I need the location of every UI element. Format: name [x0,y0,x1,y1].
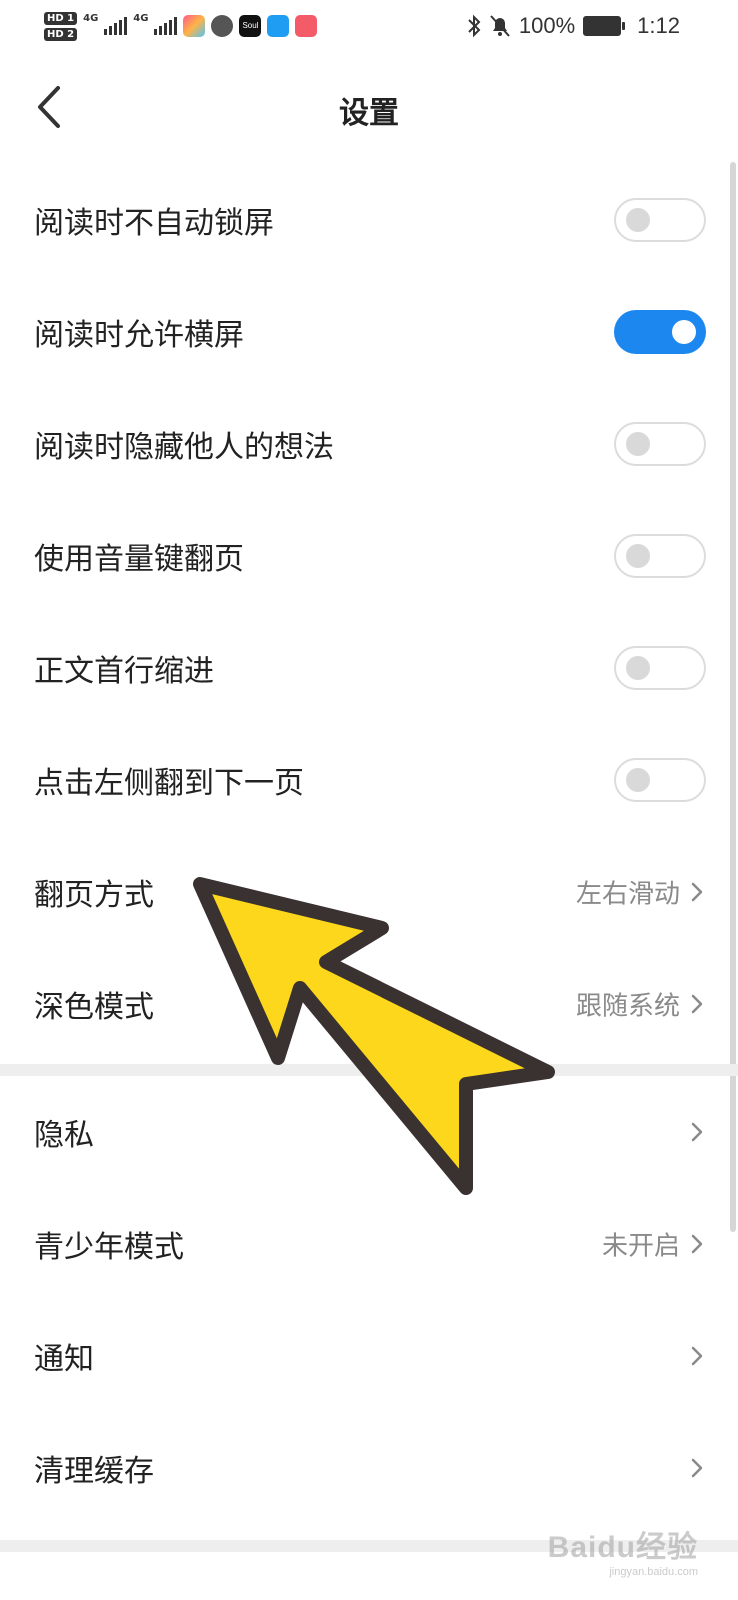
setting-value: 左右滑动 [575,879,680,910]
signal-icon [154,17,178,35]
app-notification-icon [183,15,206,37]
network-type-1: 4G [83,12,99,24]
setting-row-tap-left-next-page[interactable]: 点击左侧翻到下一页 [0,724,738,836]
setting-row-volume-key-page[interactable]: 使用音量键翻页 [0,500,738,612]
clock: 1:12 [637,13,680,38]
status-bar: HD 1 HD 2 4G 4G Soul 100% 1:12 [0,0,738,52]
watermark-text: Baidu经验 [547,1531,698,1564]
setting-label: 通知 [34,1342,94,1377]
bluetooth-icon [468,14,481,38]
chevron-right-icon [691,1346,703,1366]
toggle-switch[interactable] [614,198,706,242]
setting-row-no-auto-lock[interactable]: 阅读时不自动锁屏 [0,164,738,276]
setting-label: 阅读时不自动锁屏 [34,206,274,241]
watermark: Baidu经验 jingyan.baidu.com [548,1522,698,1578]
toggle-switch[interactable] [614,422,706,466]
mute-bell-icon [490,15,510,37]
toggle-switch[interactable] [614,758,706,802]
network-type-2: 4G [133,12,149,24]
chevron-right-icon [691,1458,703,1478]
setting-label: 清理缓存 [34,1454,154,1489]
watermark-subtext: jingyan.baidu.com [609,1566,698,1578]
setting-row-first-line-indent[interactable]: 正文首行缩进 [0,612,738,724]
setting-row-allow-landscape[interactable]: 阅读时允许横屏 [0,276,738,388]
toggle-knob [626,768,650,792]
setting-row-clear-cache[interactable]: 清理缓存 [0,1412,738,1524]
toggle-switch[interactable] [614,310,706,354]
chevron-right-icon [691,1234,703,1254]
sim2-badge: HD 2 [44,27,78,41]
setting-label: 使用音量键翻页 [34,542,244,577]
setting-label: 阅读时允许横屏 [34,318,244,353]
soul-app-icon: Soul [239,15,262,37]
setting-value: 未开启 [601,1231,680,1262]
sim-badges: HD 1 HD 2 [44,11,78,41]
page-title: 设置 [339,96,399,131]
toggle-knob [672,320,696,344]
setting-label: 青少年模式 [34,1230,184,1265]
battery-percent: 100% [518,13,576,38]
globe-icon [211,15,234,37]
chevron-right-icon [691,1122,703,1142]
setting-value: 跟随系统 [575,991,680,1022]
toggle-knob [626,656,650,680]
search-app-icon [267,15,290,37]
toggle-knob [626,544,650,568]
status-left: HD 1 HD 2 4G 4G Soul [44,6,318,46]
toggle-switch[interactable] [614,534,706,578]
battery-icon [583,16,626,36]
chevron-right-icon [691,994,703,1014]
setting-row-notifications[interactable]: 通知 [0,1300,738,1412]
setting-row-page-turn-mode[interactable]: 翻页方式 左右滑动 [0,836,738,948]
setting-row-teen-mode[interactable]: 青少年模式 未开启 [0,1188,738,1300]
setting-label: 隐私 [34,1118,94,1153]
sim1-badge: HD 1 [44,11,78,25]
status-right: 100% 1:12 [467,10,680,42]
chevron-right-icon [691,882,703,902]
section-divider [0,1064,738,1076]
setting-row-hide-others-thoughts[interactable]: 阅读时隐藏他人的想法 [0,388,738,500]
toggle-switch[interactable] [614,646,706,690]
toggle-knob [626,208,650,232]
setting-label: 正文首行缩进 [34,654,214,689]
setting-row-privacy[interactable]: 隐私 [0,1076,738,1188]
setting-label: 阅读时隐藏他人的想法 [34,430,334,465]
setting-label: 点击左侧翻到下一页 [34,766,304,801]
setting-label: 翻页方式 [34,878,154,913]
signal-icon [104,17,128,35]
camera-app-icon [295,15,318,37]
page-header: 设置 [0,52,738,162]
toggle-knob [626,432,650,456]
setting-row-dark-mode[interactable]: 深色模式 跟随系统 [0,948,738,1060]
setting-label: 深色模式 [34,990,154,1025]
